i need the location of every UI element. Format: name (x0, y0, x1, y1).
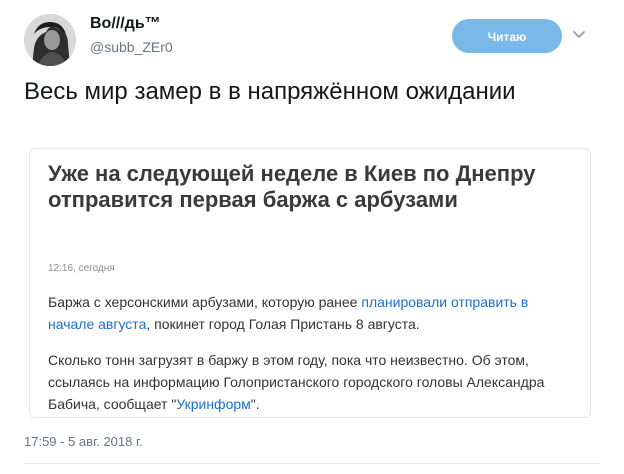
card-title[interactable]: Уже на следующей неделе в Киев по Днепру… (48, 161, 568, 213)
avatar[interactable] (24, 14, 76, 66)
divider (24, 463, 600, 464)
card-paragraph-1: Баржа с херсонскими арбузами, которую ра… (48, 291, 578, 335)
tweet-text: Весь мир замер в в напряжённом ожидании (24, 78, 516, 105)
card-paragraph-2: Сколько тонн загрузят в баржу в этом год… (48, 349, 578, 415)
card-p2-text-start: Сколько тонн загрузят в баржу в этом год… (48, 352, 545, 412)
card-p1-text-end: , покинет город Голая Пристань 8 августа… (146, 316, 420, 332)
card-p2-text-end: ". (250, 396, 260, 412)
link-card[interactable]: Уже на следующей неделе в Киев по Днепру… (29, 148, 591, 418)
avatar-portrait-image (24, 14, 76, 66)
chevron-down-icon[interactable] (572, 28, 586, 42)
author-handle[interactable]: @subb_ZEr0 (90, 39, 173, 55)
card-timestamp: 12:16, сегодня (48, 263, 115, 274)
card-p2-link[interactable]: Укринформ (176, 396, 250, 412)
card-p1-text-start: Баржа с херсонскими арбузами, которую ра… (48, 294, 362, 310)
author-name[interactable]: Во///дь™ (90, 15, 161, 33)
follow-button[interactable]: Читаю (452, 19, 562, 53)
tweet-timestamp[interactable]: 17:59 - 5 авг. 2018 г. (24, 434, 143, 449)
